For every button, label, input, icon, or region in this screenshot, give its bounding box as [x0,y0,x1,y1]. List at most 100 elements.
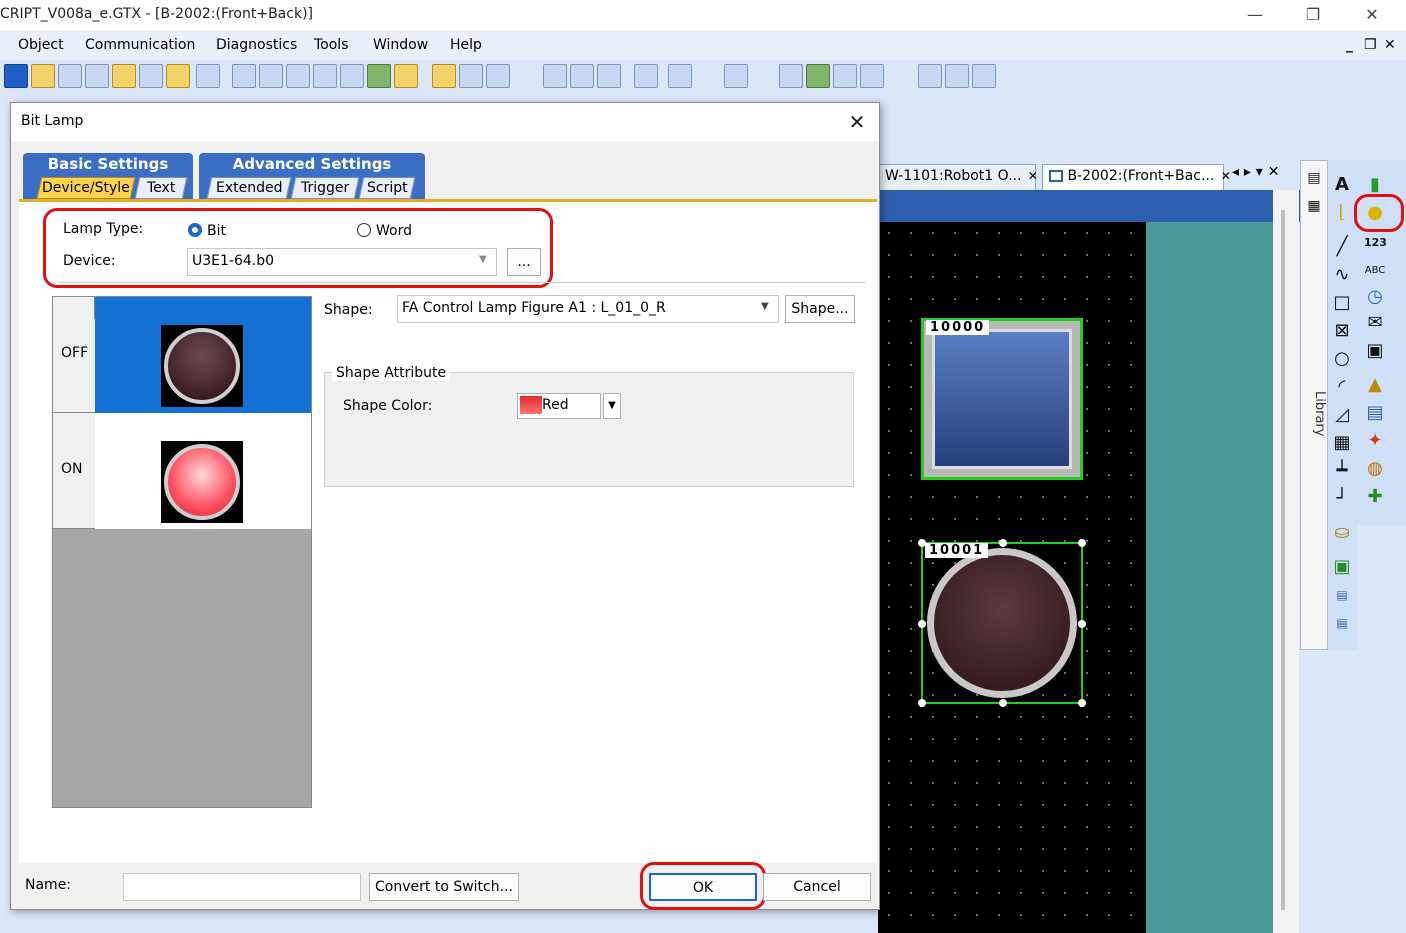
circle-tool-icon[interactable]: ○ [1331,348,1353,370]
toolbar-icon-18[interactable] [486,64,510,88]
tab-group-advanced-settings[interactable]: Advanced Settings [199,153,425,175]
vertical-scrollbar[interactable] [1273,190,1299,933]
doc-tab-robot1[interactable]: W-1101:Robot1 O... ✕ [878,164,1038,190]
toolbar-icon-21[interactable] [597,64,621,88]
name-field[interactable] [123,873,361,901]
add-object-icon[interactable]: ✚ [1364,486,1386,508]
doc-tab-front-back[interactable]: B-2002:(Front+Bac... ✕ [1042,164,1231,190]
menu-window[interactable]: Window [373,37,428,53]
text-tool-icon[interactable]: A [1331,174,1353,196]
resize-handle[interactable] [918,699,926,707]
doc-restore-button[interactable]: ❐ [1364,37,1377,53]
toolbar-icon-17[interactable] [459,64,483,88]
cancel-button[interactable]: Cancel [763,873,871,901]
convert-to-switch-button[interactable]: Convert to Switch... [369,873,519,901]
close-icon[interactable]: ✕ [1028,169,1038,183]
graph-icon[interactable]: ✦ [1364,430,1386,452]
toolbar-icon-28[interactable] [860,64,884,88]
chevron-down-icon[interactable]: ▼ [761,301,769,312]
close-window-button[interactable]: ✕ [1357,4,1387,26]
toolbar-icon-20[interactable] [570,64,594,88]
arc-tool-icon[interactable]: ◜ [1331,376,1353,398]
rectangle-tool-icon[interactable]: □ [1331,292,1353,314]
menu-tools[interactable]: Tools [314,37,349,53]
switch-object-icon[interactable]: ▮ [1364,174,1386,196]
toolbar-icon-16[interactable] [432,64,456,88]
library-panel[interactable]: ▤ ▦ Library [1300,160,1328,650]
piping-tool-icon[interactable]: ┘ [1331,488,1353,510]
device-icon[interactable]: ▦ [1303,195,1325,217]
color-dropdown-icon[interactable]: ▼ [603,393,621,419]
dimension-tool-icon[interactable]: ⌊ [1331,202,1353,224]
tab-script[interactable]: Script [358,177,416,199]
toolbar-icon-11[interactable] [286,64,310,88]
text-display-icon[interactable]: ABC [1364,260,1386,282]
paint-tool-icon[interactable]: ⛀ [1331,522,1353,544]
toolbar-icon-5[interactable] [112,64,136,88]
toolbar-icon-10[interactable] [259,64,283,88]
menu-diagnostics[interactable]: Diagnostics [216,37,297,53]
toolbar-icon-26[interactable] [806,64,830,88]
toolbar-icon-6[interactable] [139,64,163,88]
dxf-tool-icon[interactable]: ▤ [1331,584,1353,606]
restore-button[interactable]: ❐ [1298,4,1328,26]
minimize-button[interactable]: — [1240,4,1270,26]
toolbar-icon-15[interactable] [394,64,418,88]
toolbar-icon-7[interactable] [166,64,190,88]
numerical-display-icon[interactable]: 123 [1364,232,1387,254]
toolbar-icon-25[interactable] [779,64,803,88]
polygon-tool-icon[interactable]: ⊠ [1331,320,1353,342]
shape-color-picker[interactable]: Red [517,393,601,419]
tab-trigger[interactable]: Trigger [290,177,360,199]
resize-handle[interactable] [1078,539,1086,547]
resize-handle[interactable] [918,539,926,547]
line-tool-icon[interactable]: ╱ [1331,236,1353,258]
tab-device-style[interactable]: Device/Style [36,177,136,199]
toolbar-icon-29[interactable] [918,64,942,88]
resize-handle[interactable] [918,620,926,628]
alarm-display-icon[interactable]: ▲ [1364,374,1386,396]
resize-handle[interactable] [999,539,1007,547]
doc-close-button[interactable]: ✕ [1384,37,1396,53]
menu-help[interactable]: Help [450,37,482,53]
menu-communication[interactable]: Communication [85,37,195,53]
dialog-close-button[interactable]: ✕ [837,109,877,135]
image-tool-icon[interactable]: ▣ [1331,556,1353,578]
comment-display-icon[interactable]: ✉ [1364,312,1386,334]
toolbar-icon-13[interactable] [340,64,364,88]
toolbar-icon-1[interactable] [4,64,28,88]
toolbar-icon-27[interactable] [833,64,857,88]
toolbar-icon-4[interactable] [85,64,109,88]
canvas-lamp-10000[interactable]: 10000 [921,318,1083,480]
meter-icon[interactable]: ◍ [1364,458,1386,480]
resize-handle[interactable] [1078,620,1086,628]
doc-minimize-button[interactable]: _ [1346,37,1353,53]
resize-handle[interactable] [999,699,1007,707]
toolbar-icon-12[interactable] [313,64,337,88]
table-tool-icon[interactable]: ▦ [1331,432,1353,454]
recipe-icon[interactable]: ▤ [1364,402,1386,424]
menu-object[interactable]: Object [18,37,64,53]
shape-select[interactable]: FA Control Lamp Figure A1 : L_01_0_R [397,295,779,323]
scrollbar-thumb[interactable] [1281,210,1285,910]
tab-text[interactable]: Text [134,177,188,199]
sector-tool-icon[interactable]: ◿ [1331,404,1353,426]
toolbar-icon-22[interactable] [634,64,658,88]
toolbar-icon-9[interactable] [232,64,256,88]
toolbar-icon-30[interactable] [945,64,969,88]
toolbar-icon-14[interactable] [367,64,391,88]
clock-display-icon[interactable]: ◷ [1364,286,1386,308]
parts-display-icon[interactable]: ▣ [1364,340,1386,362]
toolbar-icon-8[interactable] [196,64,220,88]
toolbar-icon-3[interactable] [58,64,82,88]
resize-handle[interactable] [1078,699,1086,707]
toolbar-icon-24[interactable] [724,64,748,88]
tab-nav-controls[interactable]: ◂ ▸ ▾ ✕ [1232,164,1279,180]
polyline-tool-icon[interactable]: ∿ [1331,264,1353,286]
tab-extended[interactable]: Extended [206,177,292,199]
shape-browse-button[interactable]: Shape... [785,295,855,323]
toolbar-icon-31[interactable] [972,64,996,88]
toolbar-icon-23[interactable] [668,64,692,88]
iges-tool-icon[interactable]: ▤ [1331,612,1353,634]
close-icon[interactable]: ✕ [1221,169,1231,183]
